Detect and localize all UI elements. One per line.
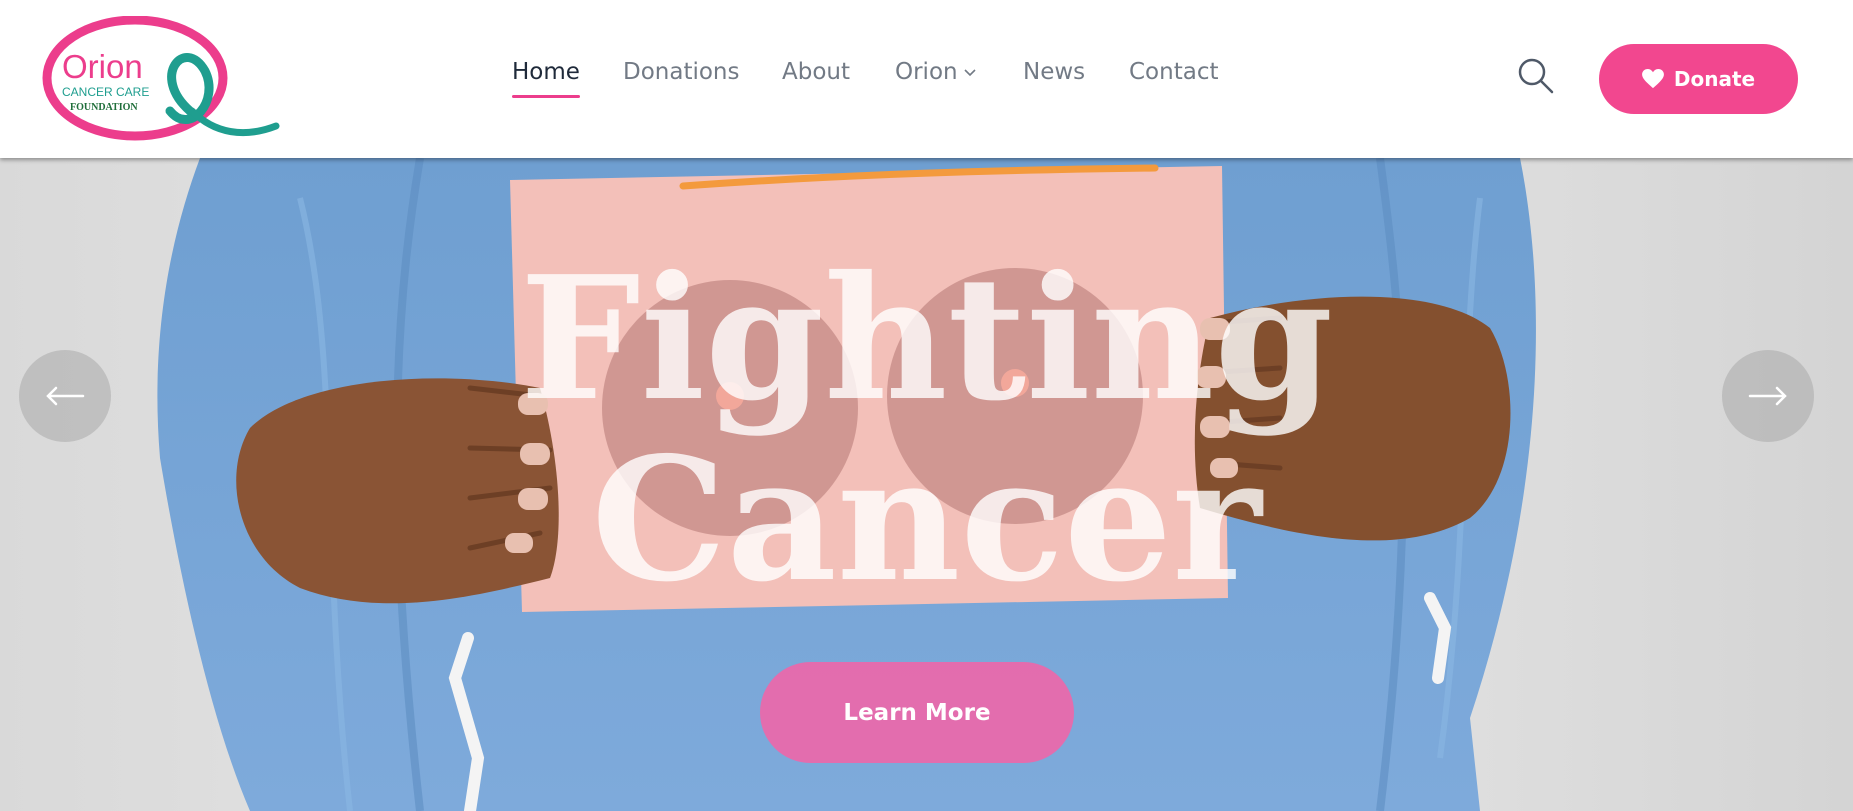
logo-tagline-1: CANCER CARE [62, 85, 149, 99]
nav-donations[interactable]: Donations [623, 52, 740, 98]
hero-title-line-2: Cancer [591, 420, 1262, 620]
arrow-right-icon [1748, 386, 1787, 406]
heart-icon [1641, 69, 1664, 89]
site-header: Orion CANCER CARE FOUNDATION Home Donati… [0, 0, 1853, 158]
orion-logo[interactable]: Orion CANCER CARE FOUNDATION [40, 16, 280, 144]
nav-orion[interactable]: Orion [895, 52, 976, 98]
hero-title-line-1: Fighting [519, 239, 1334, 439]
nav-about[interactable]: About [782, 52, 850, 98]
nav-contact[interactable]: Contact [1129, 52, 1218, 98]
donate-label: Donate [1673, 67, 1756, 91]
hero-slider: Fighting Cancer Learn More [0, 158, 1853, 811]
donate-button[interactable]: Donate [1599, 44, 1798, 114]
chevron-down-icon [964, 50, 976, 90]
logo-brand-text: Orion [62, 48, 143, 85]
search-icon[interactable] [1516, 56, 1556, 96]
arrow-left-icon [46, 386, 85, 406]
learn-more-button[interactable]: Learn More [760, 662, 1074, 763]
slider-next-button[interactable] [1722, 350, 1814, 442]
logo-tagline-2: FOUNDATION [70, 102, 138, 113]
nav-news[interactable]: News [1023, 52, 1085, 98]
slider-prev-button[interactable] [19, 350, 111, 442]
nav-orion-label: Orion [895, 59, 958, 85]
nav-home[interactable]: Home [512, 52, 580, 98]
